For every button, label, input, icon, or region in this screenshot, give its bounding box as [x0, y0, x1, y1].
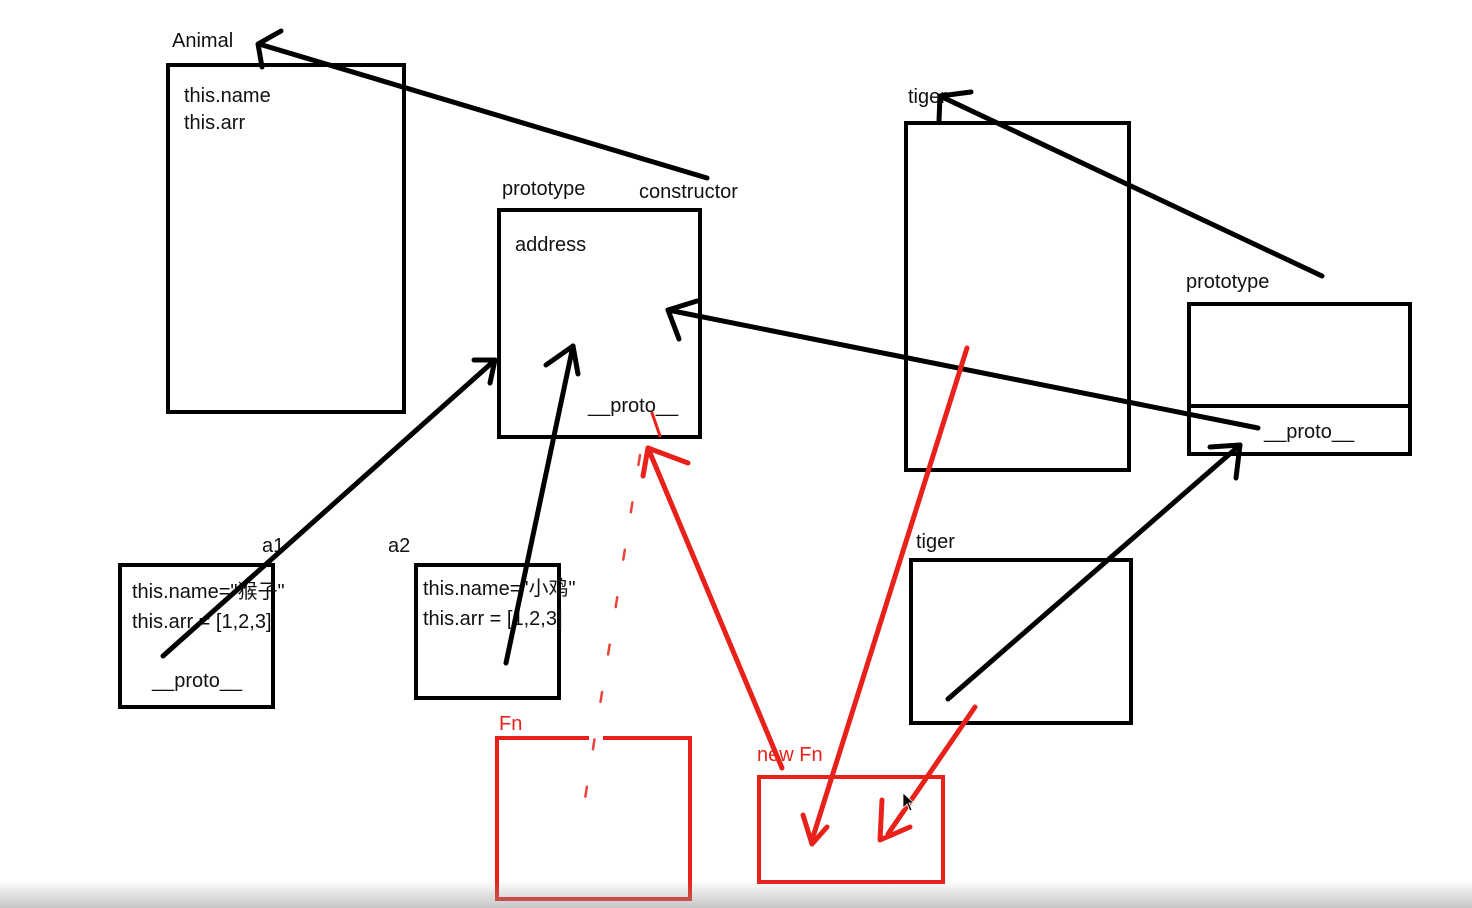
new-fn-label: new Fn: [757, 744, 823, 766]
tiger-prototype-divider: [1189, 404, 1410, 408]
red-arrow-newfn-to-proto: [645, 445, 785, 771]
arrowhead-a1: [471, 357, 498, 386]
a2-this-name: this.name="小鸡": [423, 578, 576, 600]
bottom-shade: [0, 880, 1472, 908]
a1-this-arr: this.arr = [1,2,3]: [132, 611, 272, 633]
a1-proto-label: __proto__: [152, 670, 243, 692]
tiger-instance-box: [909, 558, 1133, 725]
address-label: address: [515, 234, 587, 256]
a2-this-arr: this.arr = [1,2,3]: [423, 608, 563, 630]
prototype-left-label: prototype: [502, 178, 586, 200]
right-proto-label: __proto__: [1264, 421, 1355, 443]
arrowhead-animal: [255, 28, 284, 70]
tiger-constructor-box: [904, 121, 1131, 472]
fn-box: [495, 736, 692, 901]
tiger-lower-label: tiger: [916, 531, 955, 553]
a1-this-name: this.name="猴子": [132, 581, 285, 603]
a1-label: a1: [262, 535, 285, 557]
constructor-label: constructor: [639, 181, 738, 203]
center-proto-label: __proto__: [588, 395, 679, 417]
a2-label: a2: [388, 535, 411, 557]
animal-this-name: this.name: [184, 85, 271, 107]
new-fn-box: [757, 775, 945, 884]
animal-this-arr: this.arr: [184, 112, 246, 134]
fn-box-gap: [589, 732, 603, 744]
prototype-chain-diagram: Animal this.name this.arr prototype cons…: [0, 0, 1472, 908]
red-arrowhead-proto: [640, 445, 691, 479]
prototype-right-label: prototype: [1186, 271, 1270, 293]
fn-label: Fn: [499, 713, 523, 735]
tiger-top-label: tiger: [908, 86, 947, 108]
animal-label: Animal: [172, 30, 234, 52]
